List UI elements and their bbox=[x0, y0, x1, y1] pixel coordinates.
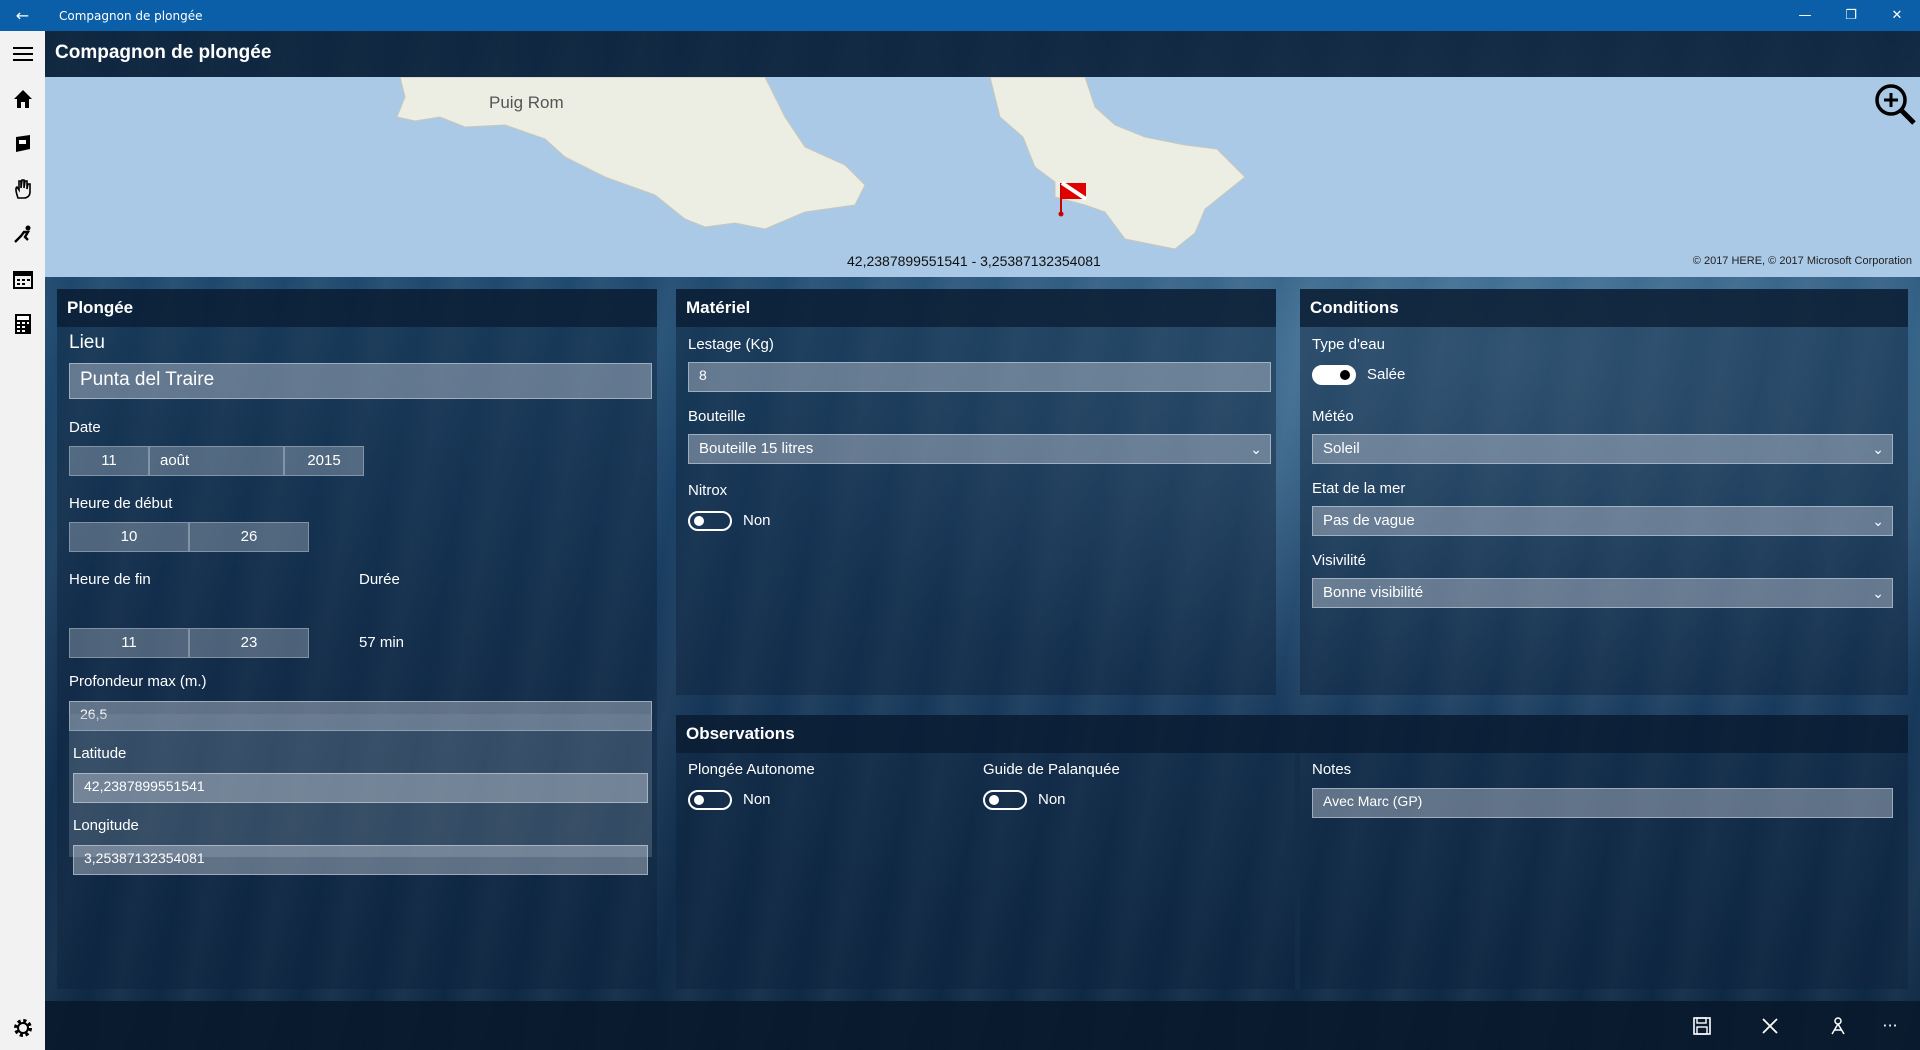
lieu-input[interactable]: Punta del Traire bbox=[69, 363, 652, 399]
map-place-label: Puig Rom bbox=[489, 93, 564, 112]
map-copyright: © 2017 HERE, © 2017 Microsoft Corporatio… bbox=[1692, 255, 1912, 267]
etat-mer-value: Pas de vague bbox=[1323, 512, 1415, 529]
app-title: Compagnon de plongée bbox=[55, 42, 272, 63]
visibilite-value: Bonne visibilité bbox=[1323, 584, 1424, 601]
heure-fin-hour[interactable]: 11 bbox=[69, 628, 189, 658]
map-land bbox=[396, 77, 1246, 250]
panel-materiel-title: Matériel bbox=[676, 289, 1276, 327]
logbook-icon[interactable] bbox=[0, 121, 45, 166]
main-area: Compagnon de plongée Puig Rom 42,2387899… bbox=[45, 31, 1920, 1050]
minimize-icon[interactable]: — bbox=[1782, 0, 1828, 31]
sidebar bbox=[0, 31, 45, 1050]
guide-palanquee-label: Guide de Palanquée bbox=[983, 761, 1120, 778]
panel-observations-title: Observations bbox=[676, 715, 1908, 753]
guide-palanquee-state: Non bbox=[1038, 791, 1066, 808]
zoom-in-icon[interactable] bbox=[1872, 81, 1918, 127]
dive-flag-icon[interactable] bbox=[1058, 181, 1098, 221]
observations-divider bbox=[1295, 753, 1300, 989]
bouteille-value: Bouteille 15 litres bbox=[699, 440, 814, 457]
back-icon[interactable]: ← bbox=[0, 0, 45, 31]
heure-fin-label: Heure de fin bbox=[69, 571, 151, 588]
heure-debut-hour[interactable]: 10 bbox=[69, 522, 189, 552]
duree-label: Durée bbox=[359, 571, 400, 588]
heure-debut-label: Heure de début bbox=[69, 495, 173, 512]
panel-plongee-title: Plongée bbox=[57, 289, 657, 327]
panel-observations: Observations bbox=[676, 715, 1908, 989]
gear-icon[interactable] bbox=[0, 1005, 45, 1050]
window-titlebar: ← Compagnon de plongée — ❐ ✕ bbox=[0, 0, 1920, 31]
duree-value: 57 min bbox=[359, 634, 405, 651]
close-icon[interactable] bbox=[1736, 1001, 1804, 1050]
profondeur-label: Profondeur max (m.) bbox=[69, 673, 207, 690]
meteo-select[interactable]: Soleil ⌄ bbox=[1312, 434, 1893, 464]
latitude-input[interactable]: 42,2387899551541 bbox=[73, 773, 648, 803]
chevron-down-icon: ⌄ bbox=[1872, 585, 1884, 601]
lieu-label: Lieu bbox=[69, 332, 105, 353]
date-label: Date bbox=[69, 419, 101, 436]
plongee-autonome-state: Non bbox=[743, 791, 771, 808]
hand-sign-icon[interactable] bbox=[0, 166, 45, 211]
nitrox-label: Nitrox bbox=[688, 482, 728, 499]
type-eau-state: Salée bbox=[1367, 366, 1406, 383]
restore-icon[interactable]: ❐ bbox=[1828, 0, 1874, 31]
more-icon[interactable]: ··· bbox=[1856, 1001, 1920, 1050]
bouteille-label: Bouteille bbox=[688, 408, 746, 425]
plongee-autonome-label: Plongée Autonome bbox=[688, 761, 815, 778]
close-window-icon[interactable]: ✕ bbox=[1874, 0, 1920, 31]
chevron-down-icon: ⌄ bbox=[1250, 441, 1262, 457]
notes-label: Notes bbox=[1312, 761, 1352, 778]
notes-input[interactable]: Avec Marc (GP) bbox=[1312, 788, 1893, 818]
type-eau-toggle-knob bbox=[1340, 370, 1350, 380]
guide-palanquee-toggle-knob bbox=[989, 795, 999, 805]
nitrox-state: Non bbox=[743, 512, 771, 529]
longitude-input[interactable]: 3,25387132354081 bbox=[73, 845, 648, 875]
heure-debut-minute[interactable]: 26 bbox=[189, 522, 309, 552]
meteo-value: Soleil bbox=[1323, 440, 1360, 457]
hamburger-menu-icon[interactable] bbox=[0, 31, 45, 76]
date-year[interactable]: 2015 bbox=[284, 446, 364, 476]
chevron-down-icon: ⌄ bbox=[1872, 441, 1884, 457]
home-icon[interactable] bbox=[0, 76, 45, 121]
latitude-label: Latitude bbox=[73, 745, 127, 762]
panel-conditions-title: Conditions bbox=[1300, 289, 1908, 327]
guide-palanquee-toggle[interactable] bbox=[983, 790, 1027, 810]
etat-mer-select[interactable]: Pas de vague ⌄ bbox=[1312, 506, 1893, 536]
date-day[interactable]: 11 bbox=[69, 446, 149, 476]
calculator-icon[interactable] bbox=[0, 301, 45, 346]
diver-icon[interactable] bbox=[0, 211, 45, 256]
nitrox-toggle[interactable] bbox=[688, 511, 732, 531]
lestage-input[interactable]: 8 bbox=[688, 362, 1271, 392]
plongee-autonome-toggle[interactable] bbox=[688, 790, 732, 810]
calendar-icon[interactable] bbox=[0, 256, 45, 301]
heure-fin-minute[interactable]: 23 bbox=[189, 628, 309, 658]
date-month[interactable]: août bbox=[149, 446, 284, 476]
visibilite-label: Visivilité bbox=[1312, 552, 1366, 569]
visibilite-select[interactable]: Bonne visibilité ⌄ bbox=[1312, 578, 1893, 608]
bouteille-select[interactable]: Bouteille 15 litres ⌄ bbox=[688, 434, 1271, 464]
nitrox-toggle-knob bbox=[694, 516, 704, 526]
type-eau-toggle[interactable] bbox=[1312, 365, 1356, 385]
meteo-label: Météo bbox=[1312, 408, 1354, 425]
command-bar: ··· bbox=[45, 1001, 1920, 1050]
map-coordinates: 42,2387899551541 - 3,25387132354081 bbox=[847, 253, 1101, 269]
save-icon[interactable] bbox=[1668, 1001, 1736, 1050]
plongee-autonome-toggle-knob bbox=[694, 795, 704, 805]
etat-mer-label: Etat de la mer bbox=[1312, 480, 1406, 497]
map[interactable]: Puig Rom 42,2387899551541 - 3,2538713235… bbox=[45, 77, 1920, 277]
lestage-label: Lestage (Kg) bbox=[688, 336, 774, 353]
app-header: Compagnon de plongée bbox=[45, 31, 1920, 77]
type-eau-label: Type d'eau bbox=[1312, 336, 1385, 353]
longitude-label: Longitude bbox=[73, 817, 139, 834]
chevron-down-icon: ⌄ bbox=[1872, 513, 1884, 529]
window-title: Compagnon de plongée bbox=[59, 8, 203, 23]
